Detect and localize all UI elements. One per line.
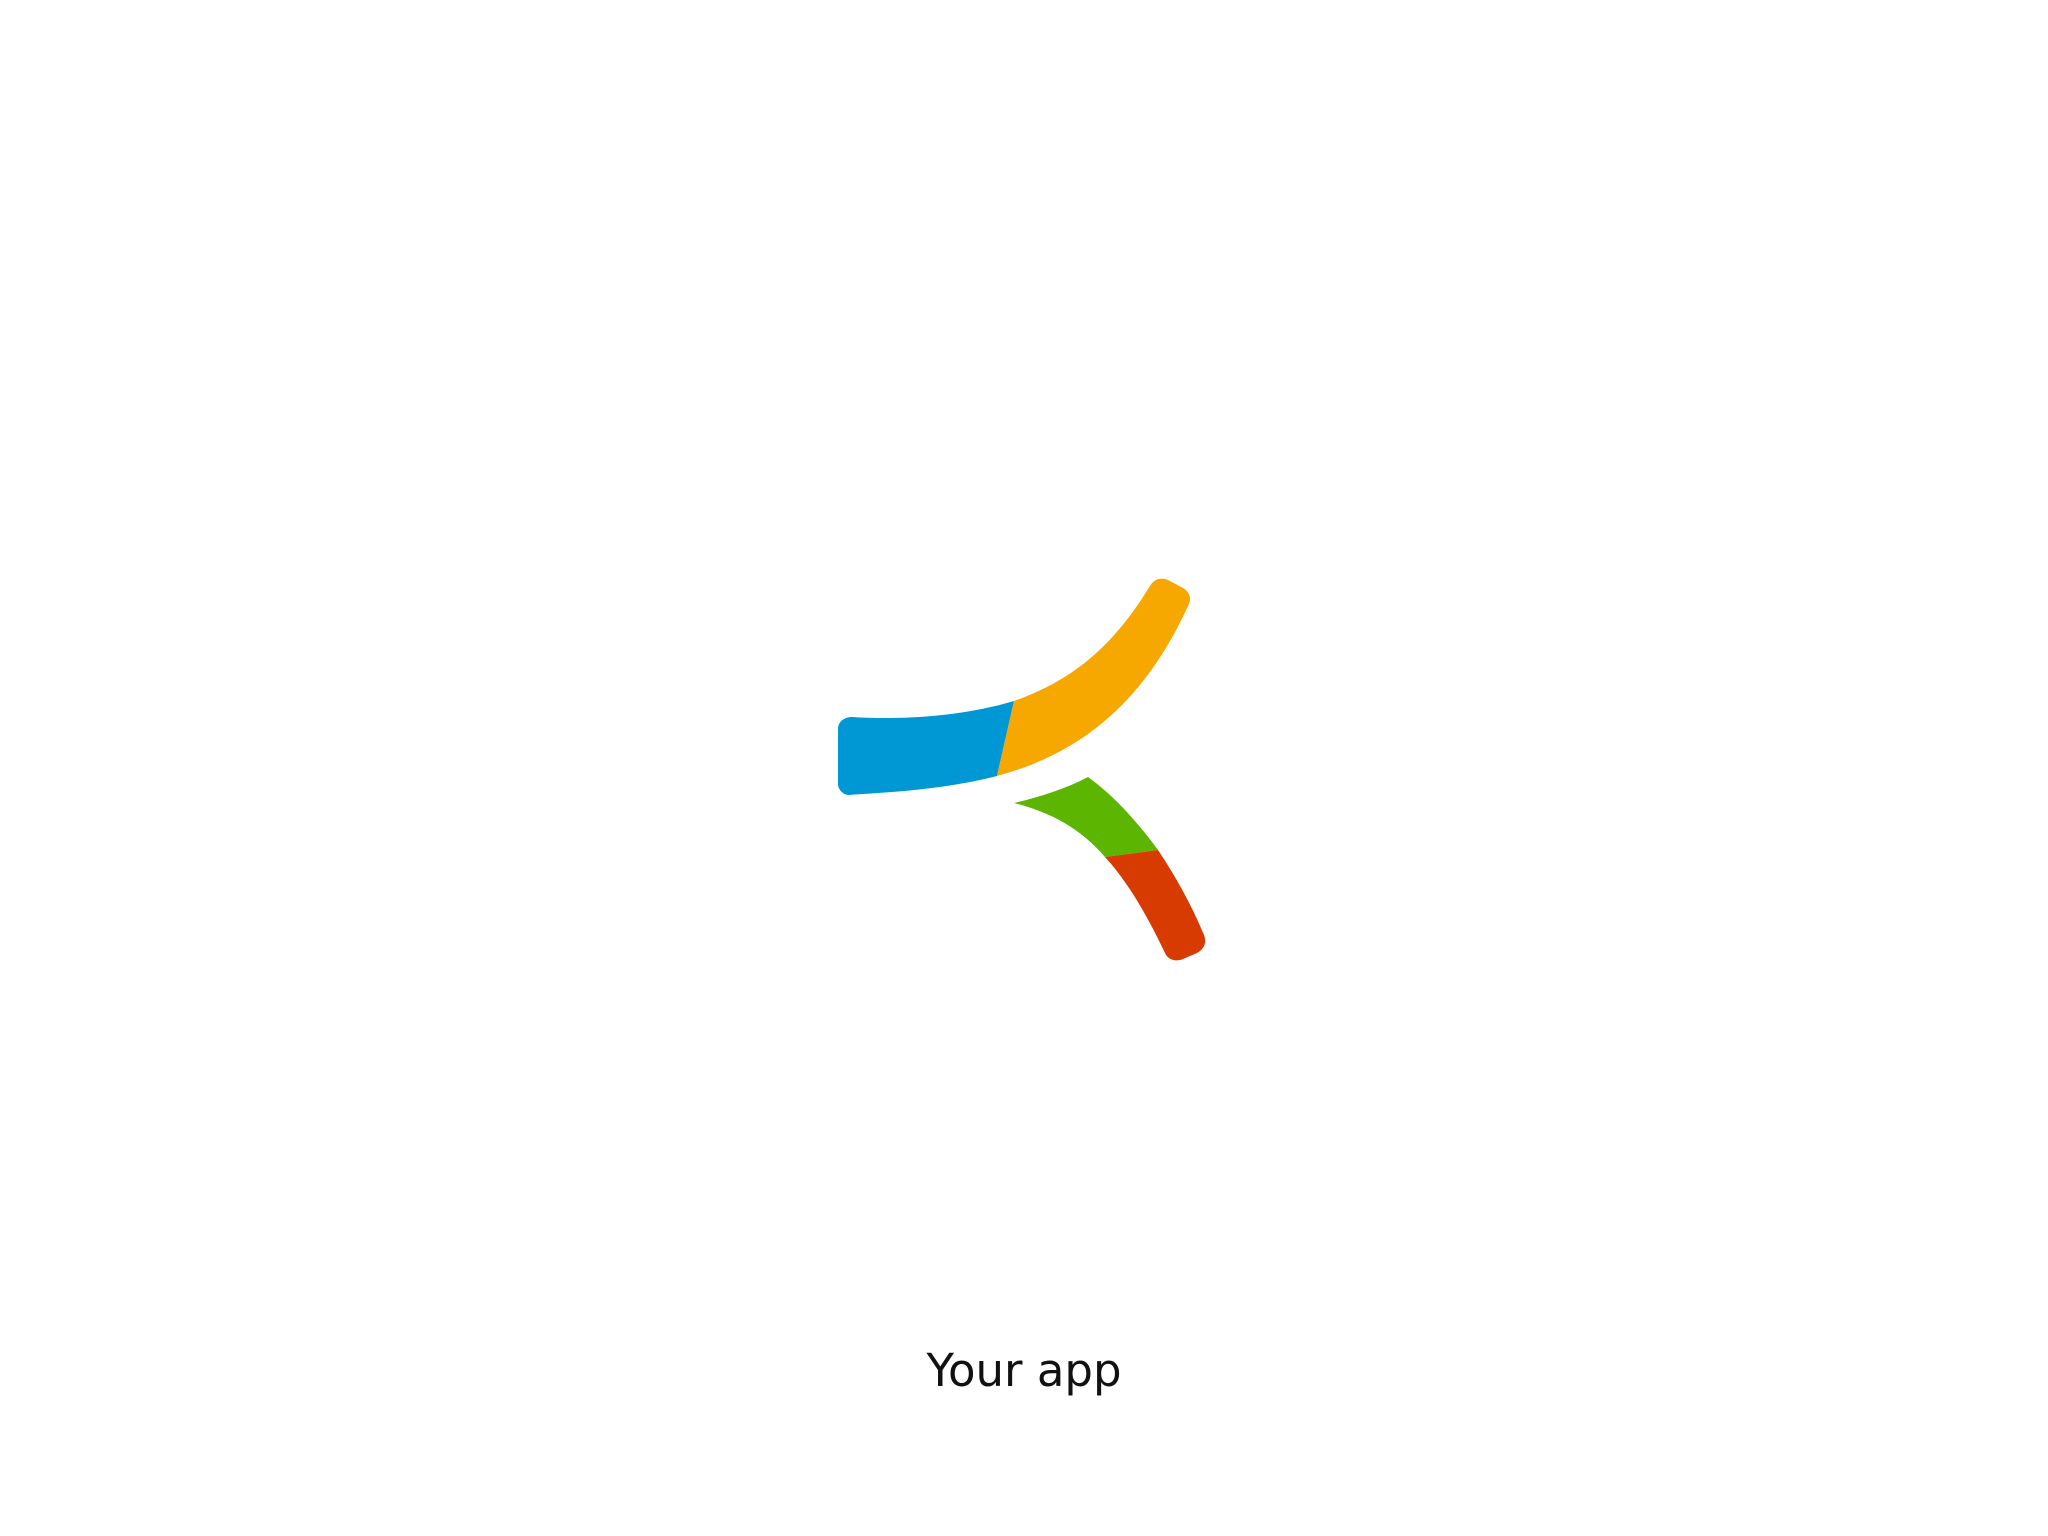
logo-green-segment xyxy=(1014,777,1158,857)
app-logo-icon xyxy=(830,575,1230,975)
logo-blue-segment xyxy=(838,701,1014,795)
logo-red-segment xyxy=(1105,850,1206,961)
logo-orange-segment xyxy=(997,578,1191,776)
app-name-label: Your app xyxy=(926,1344,1122,1397)
splash-screen: Your app xyxy=(0,0,2048,1536)
segmented-arrow-logo-icon xyxy=(838,578,1206,961)
